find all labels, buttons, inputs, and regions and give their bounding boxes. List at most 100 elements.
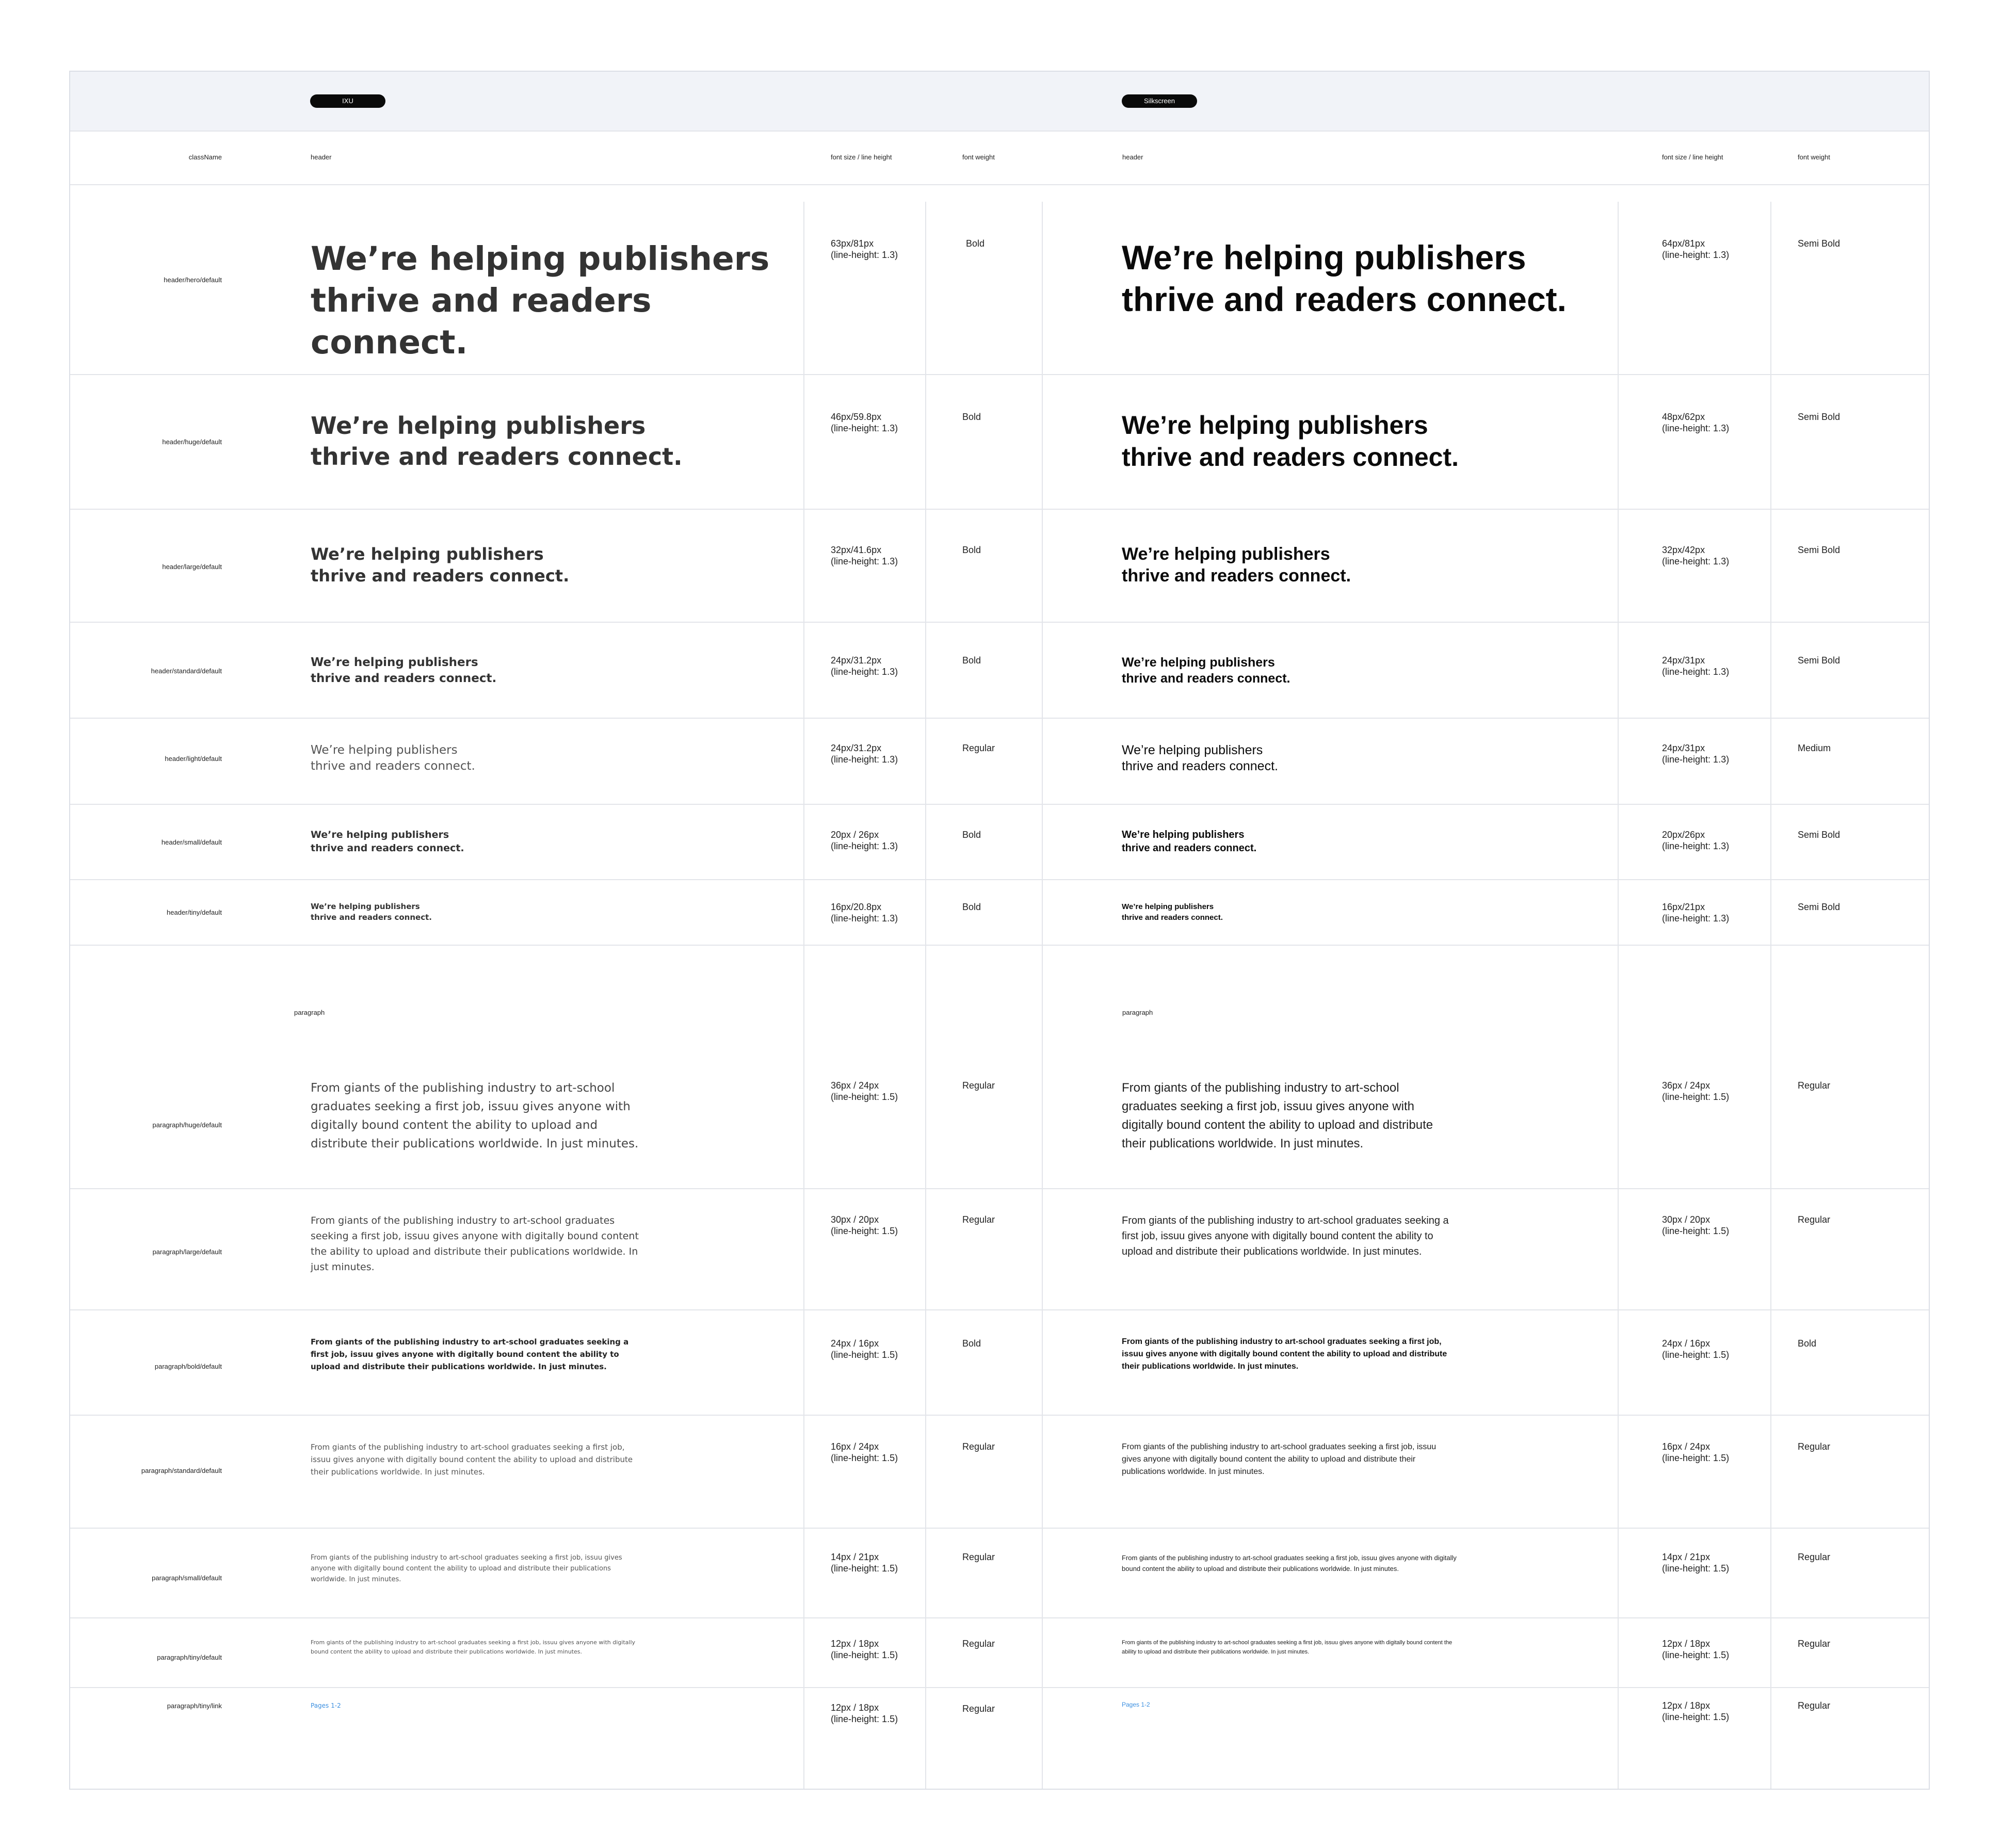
sample-line: We’re helping publishers (1122, 743, 1263, 757)
size-spec: 12px / 18px (line-height: 1.5) (831, 1703, 898, 1724)
col-header-sample: header (1122, 153, 1143, 161)
sample-paragraph-small: From giants of the publishing industry t… (311, 1554, 622, 1583)
weight-spec: Semi Bold (1798, 830, 1841, 840)
weight-spec: Semi Bold (1798, 238, 1841, 249)
weight-spec: Bold (962, 655, 981, 666)
size-spec: 12px / 18px (line-height: 1.5) (1662, 1639, 1730, 1660)
weight-spec: Bold (1798, 1338, 1817, 1349)
col-header-sample: header (311, 153, 332, 161)
sample-link[interactable]: Pages 1-2 (1122, 1701, 1150, 1708)
size-spec: 48px/62px (line-height: 1.3) (1662, 412, 1730, 433)
sample-line: thrive and readers connect. (311, 842, 464, 854)
divider (70, 1415, 1929, 1416)
sample-line: thrive and readers connect. (311, 282, 652, 361)
size-spec: 30px / 20px (line-height: 1.5) (1662, 1214, 1730, 1236)
weight-spec: Regular (962, 1552, 995, 1562)
weight-spec: Medium (1798, 743, 1831, 753)
size-spec: 14px / 21px (line-height: 1.5) (1662, 1552, 1730, 1574)
classname-label: header/large/default (162, 563, 222, 571)
size-spec: 46px/59.8px (line-height: 1.3) (831, 412, 898, 433)
classname-label: header/tiny/default (167, 909, 222, 916)
classname-label: header/small/default (161, 838, 222, 846)
sample-paragraph-huge: From giants of the publishing industry t… (311, 1081, 639, 1150)
classname-label: paragraph/large/default (152, 1248, 222, 1256)
sample-paragraph-tiny: From giants of the publishing industry t… (311, 1639, 636, 1655)
weight-spec: Regular (962, 1639, 995, 1649)
size-spec: 24px / 16px (line-height: 1.5) (1662, 1338, 1730, 1360)
divider (70, 804, 1929, 805)
sample-paragraph-small: From giants of the publishing industry t… (1122, 1554, 1457, 1573)
weight-spec: Bold (962, 545, 981, 555)
classname-label: header/light/default (165, 755, 222, 763)
sample-line: We’re helping publishers (311, 829, 449, 840)
weight-spec: Regular (1798, 1080, 1831, 1091)
col-header-size: font size / line height (1662, 153, 1723, 161)
sample-line: We’re helping publishers (311, 544, 544, 564)
sample-line: We’re helping publishers (311, 240, 770, 278)
divider (70, 1309, 1929, 1310)
size-spec: 24px/31.2px (line-height: 1.3) (831, 655, 898, 677)
type-scale-table: IXU Silkscreen className header font siz… (69, 71, 1930, 1790)
size-spec: 36px / 24px (line-height: 1.5) (831, 1080, 898, 1102)
sample-line: We’re helping publishers (1122, 829, 1245, 840)
size-spec: 24px/31px (line-height: 1.3) (1662, 743, 1730, 765)
sample-paragraph-standard: From giants of the publishing industry t… (311, 1442, 633, 1477)
sample-line: thrive and readers connect. (311, 566, 570, 586)
sample-paragraph-large: From giants of the publishing industry t… (311, 1215, 639, 1273)
size-spec: 32px/42px (line-height: 1.3) (1662, 545, 1730, 566)
size-spec: 24px/31px (line-height: 1.3) (1662, 655, 1730, 677)
divider (70, 1617, 1929, 1618)
sample-header-light: We’re helping publishers thrive and read… (1122, 742, 1612, 774)
divider (70, 509, 1929, 510)
silkscreen-badge: Silkscreen (1122, 94, 1197, 108)
sample-header-large: We’re helping publishers thrive and read… (1122, 543, 1612, 587)
sample-line: thrive and readers connect. (311, 759, 475, 773)
size-spec: 16px / 24px (line-height: 1.5) (831, 1441, 898, 1463)
col-header-classname: className (188, 153, 222, 161)
sample-line: We’re helping publishers (311, 743, 458, 757)
col-header-weight: font weight (1798, 153, 1830, 161)
sample-header-hero: We’re helping publishers thrive and read… (1122, 237, 1612, 320)
sample-link[interactable]: Pages 1-2 (311, 1702, 341, 1709)
divider (70, 1528, 1929, 1529)
ixu-badge: IXU (310, 94, 385, 108)
size-spec: 16px / 24px (line-height: 1.5) (1662, 1441, 1730, 1463)
divider (70, 718, 1929, 719)
sample-header-tiny: We’re helping publishers thrive and read… (1122, 901, 1612, 923)
sample-paragraph-standard: From giants of the publishing industry t… (1122, 1442, 1437, 1476)
divider (70, 622, 1929, 623)
weight-spec: Regular (962, 1080, 995, 1091)
divider (70, 1188, 1929, 1189)
size-spec: 36px / 24px (line-height: 1.5) (1662, 1080, 1730, 1102)
sample-line: We’re helping publishers (1122, 238, 1526, 277)
sample-line: We’re helping publishers (1122, 655, 1275, 670)
sample-line: We’re helping publishers (311, 412, 646, 440)
col-header-size: font size / line height (831, 153, 892, 161)
divider (1618, 202, 1619, 1789)
divider (70, 184, 1929, 185)
sample-header-small: We’re helping publishers thrive and read… (1122, 828, 1612, 855)
sample-header-huge: We’re helping publishers thrive and read… (311, 410, 796, 472)
sample-line: thrive and readers connect. (311, 672, 497, 685)
weight-spec: Regular (962, 1214, 995, 1225)
sample-paragraph-bold: From giants of the publishing industry t… (311, 1337, 629, 1371)
size-spec: 24px / 16px (line-height: 1.5) (831, 1338, 898, 1360)
size-spec: 24px/31.2px (line-height: 1.3) (831, 743, 898, 765)
sample-line: thrive and readers connect. (1122, 913, 1223, 922)
col-header-weight: font weight (962, 153, 995, 161)
sample-header-large: We’re helping publishers thrive and read… (311, 543, 796, 587)
sample-paragraph-bold: From giants of the publishing industry t… (1122, 1337, 1447, 1371)
sample-header-huge: We’re helping publishers thrive and read… (1122, 409, 1612, 473)
classname-label: header/hero/default (164, 276, 222, 284)
weight-spec: Regular (1798, 1214, 1831, 1225)
size-spec: 64px/81px (line-height: 1.3) (1662, 238, 1730, 260)
sample-line: We’re helping publishers (1122, 544, 1330, 564)
size-spec: 32px/41.6px (line-height: 1.3) (831, 545, 898, 566)
sample-line: thrive and readers connect. (1122, 671, 1290, 686)
weight-spec: Bold (962, 412, 981, 422)
weight-spec: Semi Bold (1798, 412, 1841, 422)
classname-label: header/standard/default (151, 667, 222, 675)
classname-label: paragraph/bold/default (154, 1363, 222, 1370)
weight-spec: Regular (1798, 1441, 1831, 1452)
size-spec: 14px / 21px (line-height: 1.5) (831, 1552, 898, 1574)
